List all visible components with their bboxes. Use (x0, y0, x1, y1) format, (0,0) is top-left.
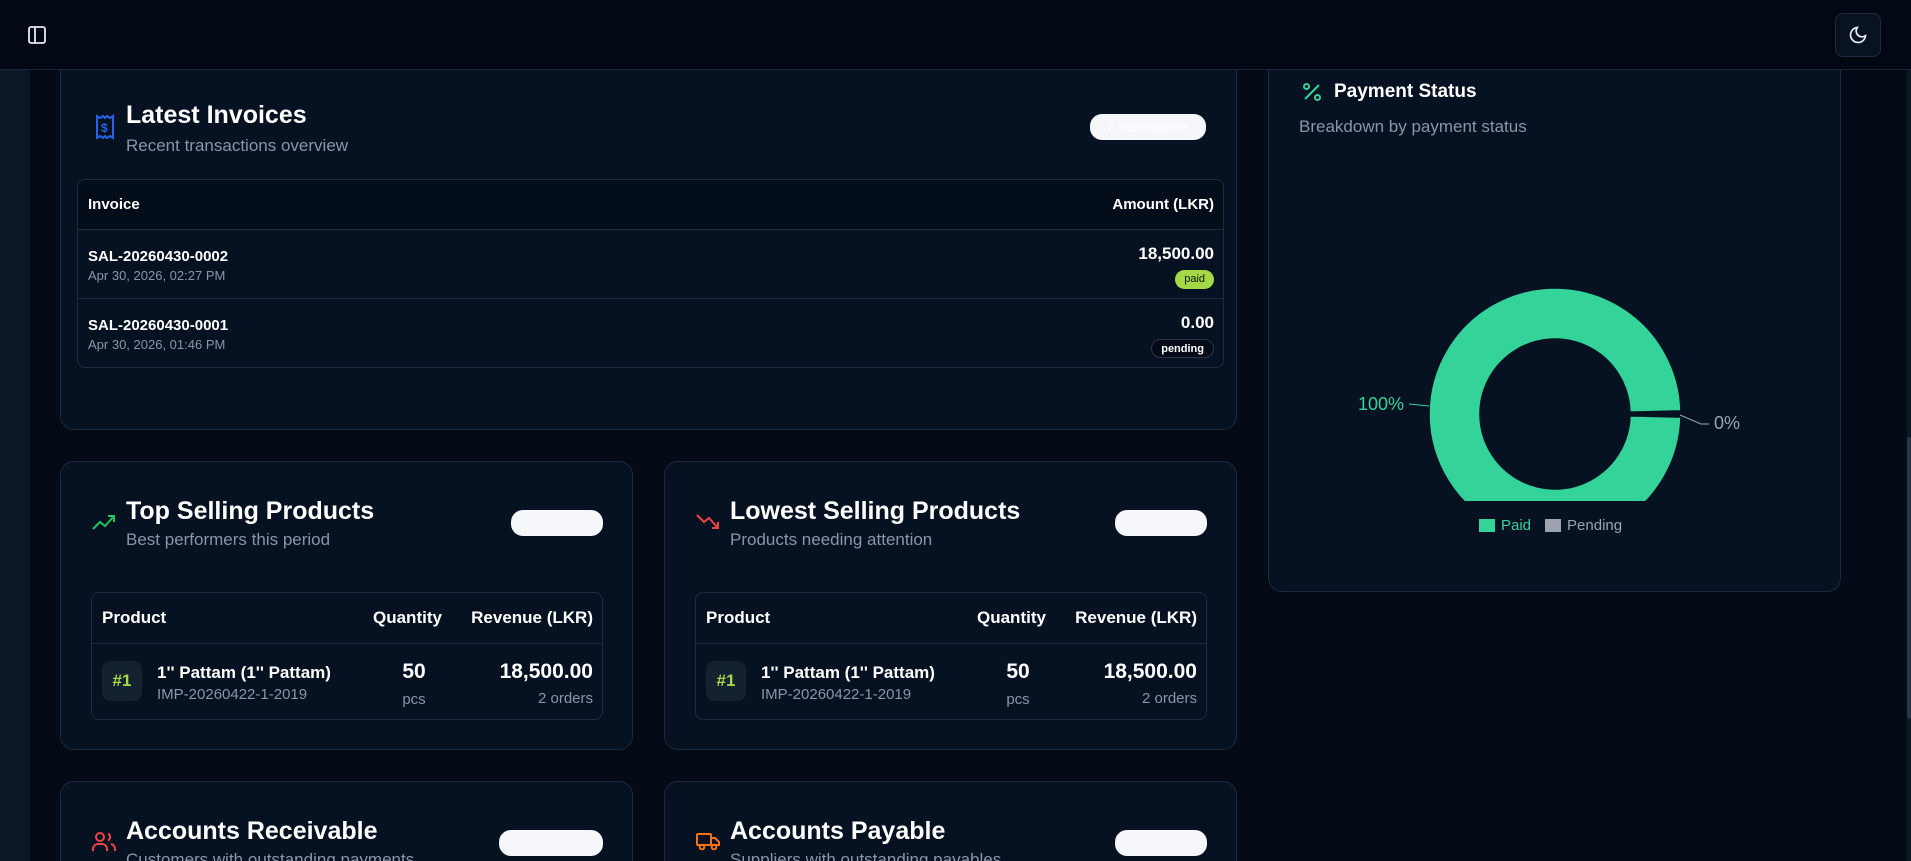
payment-status-subtitle: Breakdown by payment status (1299, 117, 1527, 136)
scrollbar-track[interactable] (1907, 0, 1911, 861)
product-name: 1'' Pattam (1'' Pattam) (761, 663, 935, 682)
payable-badge (1115, 830, 1207, 856)
product-sku: IMP-20260422-1-2019 (157, 686, 308, 703)
panel-left-icon (28, 26, 46, 44)
status-badge: pending (1151, 339, 1214, 358)
receivable-title: Accounts Receivable (126, 817, 378, 845)
payment-status-card: Payment Status Breakdown by payment stat… (1268, 50, 1841, 592)
top-selling-table: Product Quantity Revenue (LKR) #1 1'' Pa… (91, 592, 603, 720)
trending-down-icon (696, 514, 719, 529)
top-selling-card: Top Selling Products Best performers thi… (60, 461, 633, 750)
column-quantity: Quantity (373, 608, 442, 627)
table-header: Invoice Amount (LKR) (78, 180, 1223, 230)
invoice-date: Apr 30, 2026, 02:27 PM (88, 268, 226, 283)
rank-badge: #1 (706, 661, 746, 701)
lowest-selling-table: Product Quantity Revenue (LKR) #1 1'' Pa… (695, 592, 1207, 720)
receipt-icon: $ (96, 114, 114, 140)
users-icon (92, 832, 116, 851)
label-pending-pct: 0% (1714, 413, 1740, 433)
product-revenue: 18,500.00 (499, 660, 593, 683)
top-bar (0, 0, 1911, 70)
receivable-badge (499, 830, 603, 856)
accounts-receivable-card: Accounts Receivable Customers with outst… (60, 781, 633, 861)
payment-status-title: Payment Status (1334, 81, 1477, 102)
svg-text:$: $ (101, 121, 108, 135)
table-row[interactable]: SAL-20260430-0002 Apr 30, 2026, 02:27 PM… (78, 230, 1223, 299)
donut-slice-paid[interactable] (1428, 287, 1682, 501)
sidebar-toggle-button[interactable] (26, 24, 48, 46)
table-row[interactable]: #1 1'' Pattam (1'' Pattam) IMP-20260422-… (92, 644, 602, 719)
product-revenue: 18,500.00 (1103, 660, 1197, 683)
scrollbar-thumb[interactable] (1907, 437, 1911, 719)
product-quantity: 50 (1006, 660, 1030, 683)
column-amount: Amount (LKR) (1112, 196, 1214, 213)
legend-label-paid: Paid (1501, 517, 1532, 534)
rank-badge: #1 (102, 661, 142, 701)
lowest-selling-subtitle: Products needing attention (730, 530, 933, 549)
chart-legend: Paid Pending (1479, 517, 1622, 534)
invoice-date: Apr 30, 2026, 01:46 PM (88, 337, 226, 352)
legend-item-pending[interactable]: Pending (1545, 517, 1622, 534)
lowest-selling-title: Lowest Selling Products (730, 497, 1021, 525)
invoice-amount: 18,500.00 (1138, 244, 1214, 263)
receivable-subtitle: Customers with outstanding payments (126, 850, 415, 861)
payment-status-donut-chart: 100% 0% (1358, 287, 1740, 501)
top-selling-title: Top Selling Products (126, 497, 375, 525)
label-line-pending (1679, 414, 1709, 425)
truck-icon (696, 833, 720, 851)
trending-up-icon (92, 515, 115, 530)
column-revenue: Revenue (LKR) (471, 608, 593, 627)
invoice-number: SAL-20260430-0002 (88, 248, 229, 265)
invoice-number: SAL-20260430-0001 (88, 317, 229, 334)
product-orders: 2 orders (537, 690, 593, 707)
legend-item-paid[interactable]: Paid (1479, 517, 1531, 534)
top-selling-badge (511, 510, 603, 536)
invoices-title: Latest Invoices (126, 101, 307, 129)
product-unit: pcs (1006, 691, 1030, 708)
latest-invoices-card: $ Latest Invoices Recent transactions ov… (60, 50, 1237, 430)
column-product: Product (102, 608, 167, 627)
column-quantity: Quantity (977, 608, 1046, 627)
legend-swatch-pending (1545, 519, 1562, 532)
invoice-amount: 0.00 (1180, 313, 1214, 332)
percent-icon (1303, 83, 1321, 101)
table-header: Product Quantity Revenue (LKR) (696, 593, 1206, 644)
label-line-paid (1408, 403, 1430, 407)
lowest-selling-card: Lowest Selling Products Products needing… (664, 461, 1237, 750)
legend-swatch-paid (1479, 519, 1495, 532)
product-name: 1'' Pattam (1'' Pattam) (157, 663, 331, 682)
payable-subtitle: Suppliers with outstanding payables (730, 850, 1002, 861)
payable-title: Accounts Payable (730, 817, 946, 845)
invoices-table: Invoice Amount (LKR) SAL-20260430-0002 A… (77, 179, 1224, 368)
table-row[interactable]: #1 1'' Pattam (1'' Pattam) IMP-20260422-… (696, 644, 1206, 719)
product-unit: pcs (402, 691, 426, 708)
accounts-payable-card: Accounts Payable Suppliers with outstand… (664, 781, 1237, 861)
top-selling-subtitle: Best performers this period (126, 530, 331, 549)
column-product: Product (706, 608, 771, 627)
lowest-selling-badge (1115, 510, 1207, 536)
legend-label-pending: Pending (1567, 517, 1623, 534)
column-revenue: Revenue (LKR) (1075, 608, 1197, 627)
status-badge: paid (1175, 270, 1214, 289)
column-invoice: Invoice (88, 196, 140, 213)
label-paid-pct: 100% (1358, 394, 1404, 414)
table-row[interactable]: SAL-20260430-0001 Apr 30, 2026, 01:46 PM… (78, 299, 1223, 367)
table-header: Product Quantity Revenue (LKR) (92, 593, 602, 644)
transactions-badge: 2 transactions (1090, 114, 1206, 140)
invoices-subtitle: Recent transactions overview (126, 136, 349, 155)
sidebar-rail (0, 0, 30, 861)
product-quantity: 50 (402, 660, 426, 683)
moon-icon (1849, 26, 1867, 44)
product-sku: IMP-20260422-1-2019 (761, 686, 912, 703)
product-orders: 2 orders (1141, 690, 1197, 707)
theme-toggle-button[interactable] (1835, 13, 1881, 57)
